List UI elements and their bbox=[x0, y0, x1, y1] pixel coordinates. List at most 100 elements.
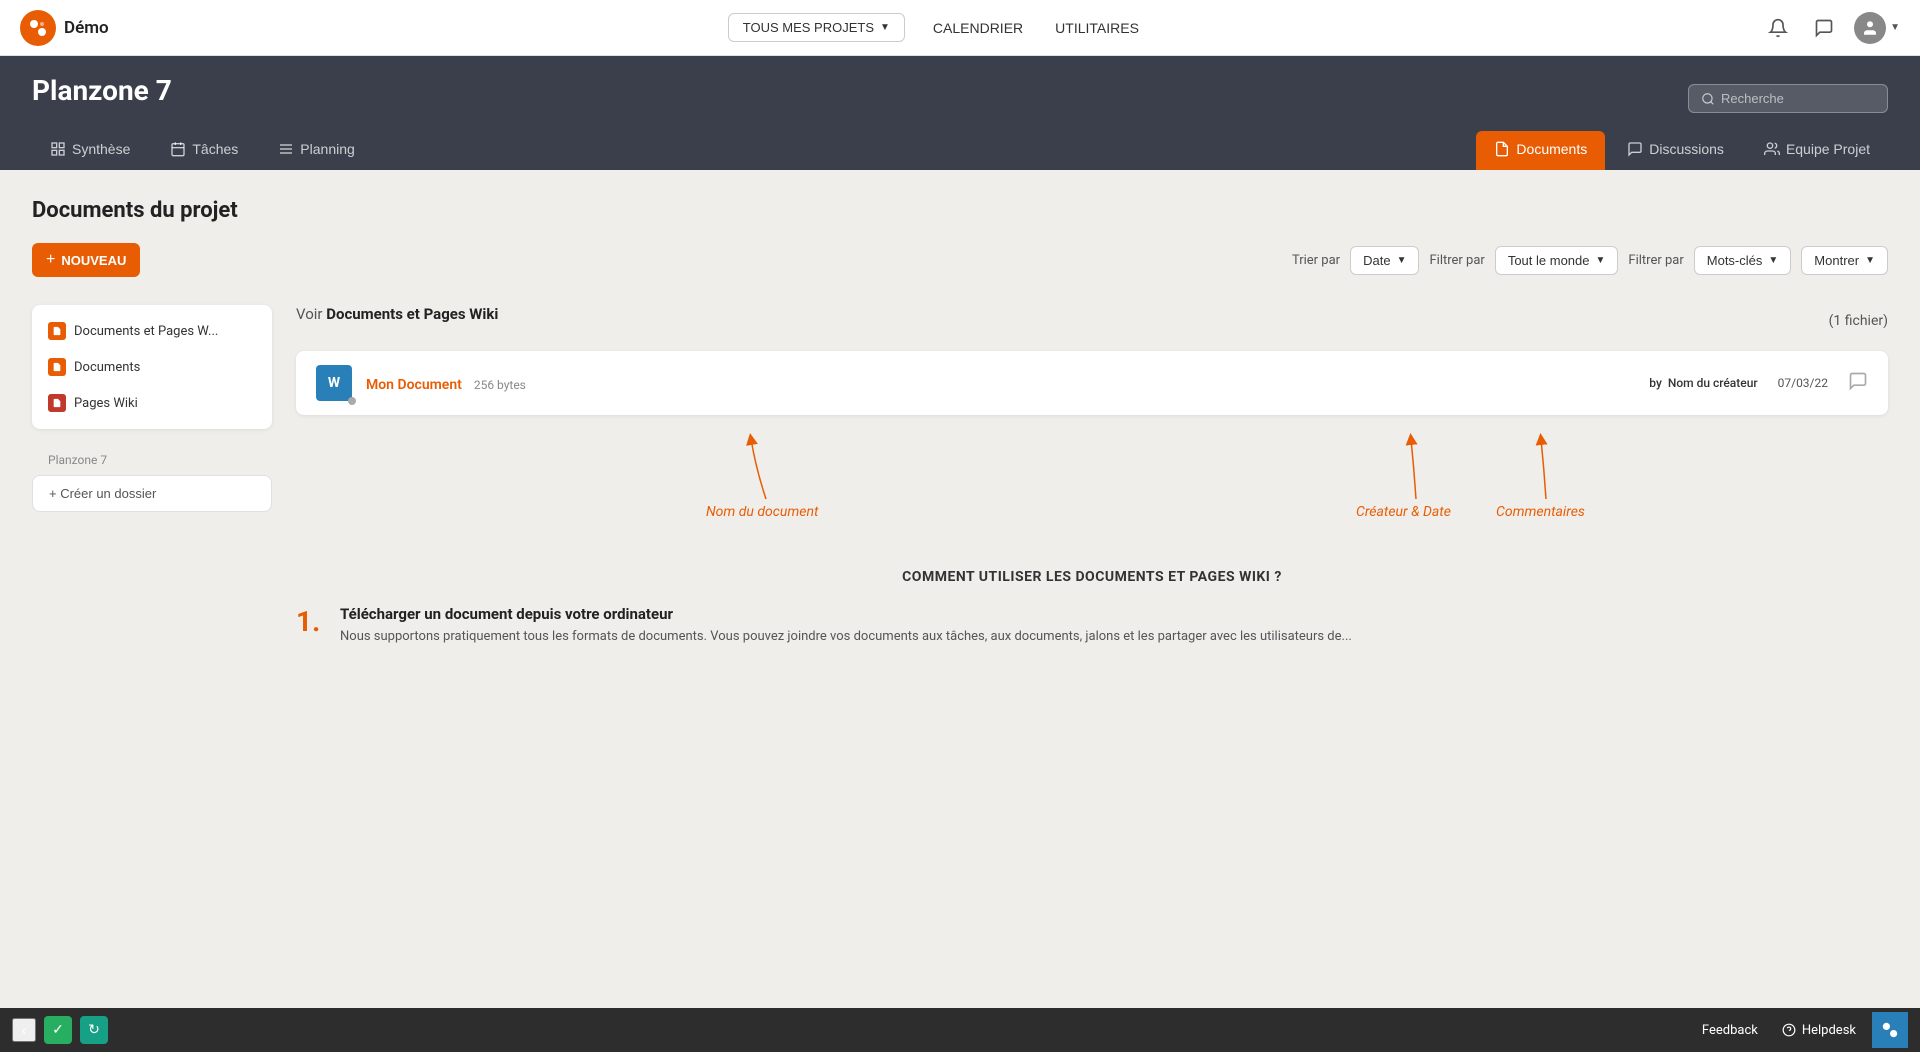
tab-planning-label: Planning bbox=[300, 141, 355, 157]
utilities-btn[interactable]: UTILITAIRES bbox=[1051, 13, 1143, 42]
tab-documents[interactable]: Documents bbox=[1476, 131, 1605, 170]
help-item-title: Télécharger un document depuis votre ord… bbox=[340, 605, 1888, 623]
project-title: Planzone 7 bbox=[32, 74, 172, 107]
creator-arrow bbox=[1386, 429, 1446, 509]
tasks-icon bbox=[170, 141, 186, 157]
messages-btn[interactable] bbox=[1808, 12, 1840, 44]
sync-btn[interactable]: ↻ bbox=[80, 1016, 108, 1044]
tab-synthese[interactable]: Synthèse bbox=[32, 131, 148, 170]
doc-main-area: Voir Documents et Pages Wiki (1 fichier)… bbox=[296, 305, 1888, 659]
filter-keywords-btn[interactable]: Mots-clés ▼ bbox=[1694, 246, 1792, 275]
doc-date: 07/03/22 bbox=[1778, 376, 1828, 390]
sidebar-item-label: Documents et Pages W... bbox=[74, 324, 218, 339]
doc-name-arrow bbox=[726, 429, 806, 509]
tab-discussions[interactable]: Discussions bbox=[1609, 131, 1742, 170]
creator-date-annotation: Créateur & Date bbox=[1356, 504, 1451, 520]
file-count: (1 fichier) bbox=[1829, 313, 1888, 329]
folder-header: Voir Documents et Pages Wiki bbox=[296, 305, 498, 323]
tab-taches[interactable]: Tâches bbox=[152, 131, 256, 170]
planzone-icon-btn[interactable] bbox=[1872, 1012, 1908, 1048]
help-item-content: Télécharger un document depuis votre ord… bbox=[340, 605, 1888, 647]
toolbar: + NOUVEAU Trier par Date ▼ Filtrer par T… bbox=[32, 243, 1888, 277]
sidebar-item-docs-wiki[interactable]: Documents et Pages W... bbox=[32, 313, 272, 349]
doc-creator: by Nom du créateur bbox=[1649, 376, 1757, 390]
nav-center: TOUS MES PROJETS ▼ CALENDRIER UTILITAIRE… bbox=[109, 13, 1762, 42]
app-title: Démo bbox=[64, 18, 109, 38]
nav-right: ▼ bbox=[1762, 12, 1900, 44]
calendar-btn[interactable]: CALENDRIER bbox=[929, 13, 1027, 42]
expand-btn[interactable]: ‹ bbox=[12, 1018, 36, 1042]
chevron-down-icon: ▼ bbox=[1768, 255, 1778, 266]
help-section: COMMENT UTILISER LES DOCUMENTS ET PAGES … bbox=[296, 569, 1888, 647]
discuss-icon bbox=[1627, 141, 1643, 157]
document-size: 256 bytes bbox=[474, 378, 526, 392]
check-btn[interactable]: ✓ bbox=[44, 1016, 72, 1044]
chevron-down-icon: ▼ bbox=[880, 22, 890, 33]
sidebar-item-label: Pages Wiki bbox=[74, 396, 138, 411]
document-card: W Mon Document 256 bytes by Nom du créat… bbox=[296, 351, 1888, 415]
document-name[interactable]: Mon Document bbox=[366, 377, 462, 393]
helpdesk-label: Helpdesk bbox=[1802, 1023, 1856, 1038]
new-button[interactable]: + NOUVEAU bbox=[32, 243, 140, 277]
search-input[interactable] bbox=[1721, 91, 1871, 106]
help-item-desc: Nous supportons pratiquement tous les fo… bbox=[340, 627, 1888, 647]
tab-synthese-label: Synthèse bbox=[72, 141, 130, 157]
feedback-btn[interactable]: Feedback bbox=[1694, 1019, 1766, 1042]
docs-icon bbox=[1494, 141, 1510, 157]
folder-name: Documents et Pages Wiki bbox=[326, 305, 498, 323]
sort-value: Date bbox=[1363, 253, 1390, 268]
search-box[interactable] bbox=[1688, 84, 1888, 113]
project-tabs: Synthèse Tâches Planning bbox=[32, 131, 1888, 170]
sidebar: Documents et Pages W... Documents Pages … bbox=[32, 305, 272, 659]
logo-area[interactable]: Démo bbox=[20, 10, 109, 46]
tab-equipe[interactable]: Equipe Projet bbox=[1746, 131, 1888, 170]
right-tabs: Documents Discussions Equipe Projet bbox=[1476, 131, 1888, 170]
helpdesk-icon bbox=[1782, 1023, 1796, 1037]
wiki-icon bbox=[48, 394, 66, 412]
create-folder-label: + Créer un dossier bbox=[49, 486, 156, 501]
plus-icon: + bbox=[46, 251, 55, 269]
document-type-icon: W bbox=[316, 365, 352, 401]
help-item-1: 1. Télécharger un document depuis votre … bbox=[296, 605, 1888, 647]
see-label: Voir bbox=[296, 305, 323, 323]
notifications-btn[interactable] bbox=[1762, 12, 1794, 44]
grid-icon bbox=[50, 141, 66, 157]
help-title: COMMENT UTILISER LES DOCUMENTS ET PAGES … bbox=[296, 569, 1888, 585]
doc-name-annotation: Nom du document bbox=[706, 504, 818, 520]
toolbar-filters: Trier par Date ▼ Filtrer par Tout le mon… bbox=[1292, 246, 1888, 275]
help-item-number: 1. bbox=[296, 605, 326, 647]
show-btn[interactable]: Montrer ▼ bbox=[1801, 246, 1888, 275]
main-content: Documents du projet + NOUVEAU Trier par … bbox=[0, 170, 1920, 870]
planzone-logo-icon bbox=[1881, 1021, 1899, 1039]
folder-header-row: Voir Documents et Pages Wiki (1 fichier) bbox=[296, 305, 1888, 337]
chevron-down-icon: ▼ bbox=[1865, 255, 1875, 266]
doc-info: Mon Document 256 bytes bbox=[366, 374, 526, 393]
doc-comments-icon[interactable] bbox=[1848, 371, 1868, 396]
doc-metadata: by Nom du créateur 07/03/22 bbox=[1649, 371, 1868, 396]
page-title: Documents du projet bbox=[32, 198, 1888, 223]
chevron-down-icon: ▼ bbox=[1596, 255, 1606, 266]
bottom-bar: ‹ ✓ ↻ Feedback Helpdesk bbox=[0, 1008, 1920, 1052]
sidebar-item-documents[interactable]: Documents bbox=[32, 349, 272, 385]
helpdesk-btn[interactable]: Helpdesk bbox=[1774, 1019, 1864, 1042]
tab-discussions-label: Discussions bbox=[1649, 141, 1724, 157]
filter2-value: Mots-clés bbox=[1707, 253, 1763, 268]
avatar bbox=[1854, 12, 1886, 44]
folder-icon bbox=[48, 358, 66, 376]
sort-date-btn[interactable]: Date ▼ bbox=[1350, 246, 1419, 275]
project-title-row: Planzone 7 bbox=[32, 74, 1888, 123]
create-folder-btn[interactable]: + Créer un dossier bbox=[32, 475, 272, 512]
tab-planning[interactable]: Planning bbox=[260, 131, 373, 170]
annotation-area: Nom du document Créateur & Date bbox=[296, 429, 1888, 549]
filter-people-btn[interactable]: Tout le monde ▼ bbox=[1495, 246, 1619, 275]
planning-icon bbox=[278, 141, 294, 157]
tab-equipe-label: Equipe Projet bbox=[1786, 141, 1870, 157]
tab-documents-label: Documents bbox=[1516, 141, 1587, 157]
doc-status-dot bbox=[348, 397, 356, 405]
chevron-down-icon: ▼ bbox=[1397, 255, 1407, 266]
sort-label: Trier par bbox=[1292, 253, 1340, 268]
sidebar-item-pages-wiki[interactable]: Pages Wiki bbox=[32, 385, 272, 421]
all-projects-btn[interactable]: TOUS MES PROJETS ▼ bbox=[728, 13, 905, 42]
user-menu-btn[interactable]: ▼ bbox=[1854, 12, 1900, 44]
comments-annotation: Commentaires bbox=[1496, 504, 1585, 520]
